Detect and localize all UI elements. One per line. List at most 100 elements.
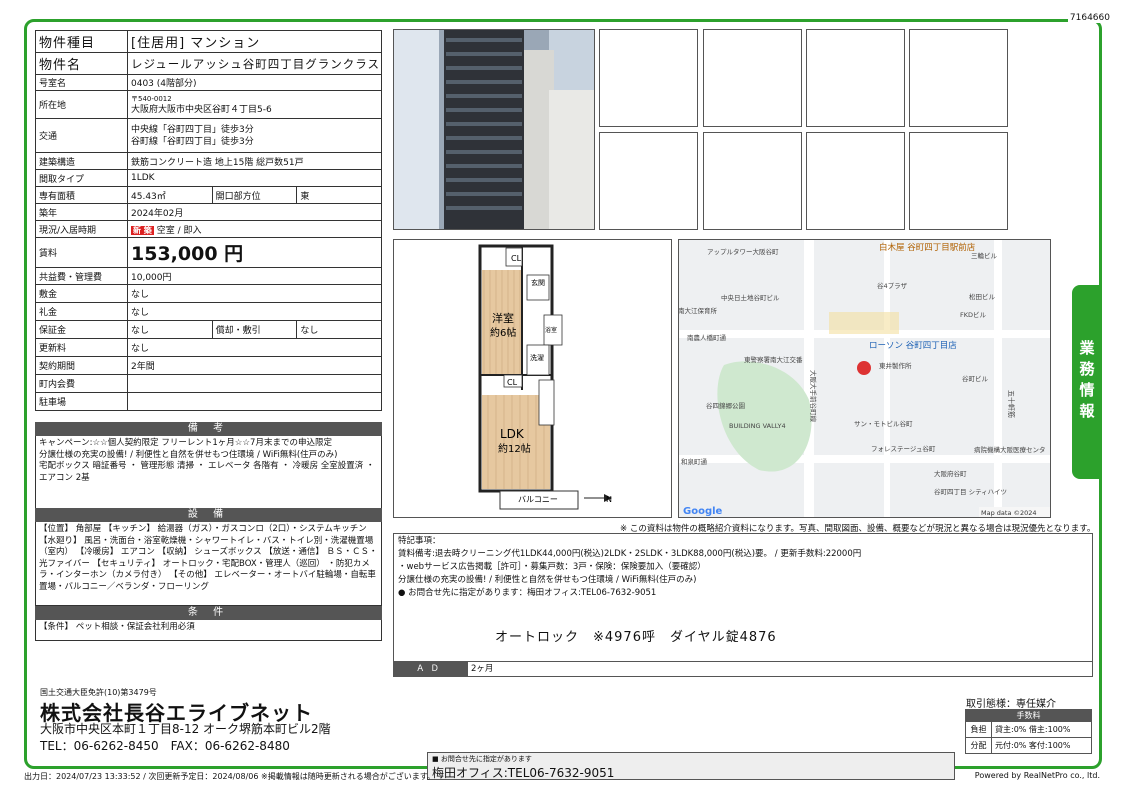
koushin-value: なし xyxy=(127,338,382,357)
map-label-1: 南大江保育所 xyxy=(679,306,718,315)
floorplan-drawing: CL CL 玄関 洋室 約6帖 浴室 洗濯 LDK 約12帖 バルコニー N xyxy=(478,244,612,510)
footer-dates: 出力日：2024/07/23 13:33:52 / 次回更新予定日：2024/0… xyxy=(24,772,435,781)
equipment-header: 設 備 xyxy=(35,508,382,522)
traffic-1: 中央線「谷町四丁目」徒歩3分 xyxy=(131,124,254,135)
fee-value: 10,000円 xyxy=(127,267,382,285)
conditions-text: 【条件】 ペット相談・保証会社利用必須 xyxy=(35,620,382,641)
notes-line-2: ・webサービス広告掲載［許可］・募集戸数：3戸・保険：保険要加入（要確認） xyxy=(398,562,706,572)
map-label-19: ローソン 谷町四丁目店 xyxy=(869,340,957,351)
name-label: 物件名 xyxy=(35,52,128,75)
direction-label: 開口部方位 xyxy=(211,186,298,204)
ad-label: ＡＤ xyxy=(393,662,468,677)
business-info-tab[interactable]: 業務情報 xyxy=(1072,285,1102,479)
map-label-12: BUILDING VALLY4 xyxy=(729,422,786,430)
conditions-header: 条 件 xyxy=(35,606,382,620)
fp-sentaku: 洗濯 xyxy=(530,353,544,362)
photo-slot-1[interactable] xyxy=(599,29,698,127)
type-value: [住居用] マンション xyxy=(127,30,382,53)
chonai-value xyxy=(127,374,382,393)
equipment-text: 【位置】 角部屋 【キッチン】 給湯器（ガス）・ガスコンロ（2口）・システムキッ… xyxy=(35,522,382,606)
direction-value: 東 xyxy=(296,186,382,204)
map-label-16: 病院機構大阪医療センタ xyxy=(974,445,1046,454)
addr-value: 大阪府大阪市中央区谷町４丁目5-6 xyxy=(131,104,272,115)
fp-ldk: LDK xyxy=(500,427,525,441)
photo-slot-5[interactable] xyxy=(599,132,698,230)
building-photo[interactable] xyxy=(393,29,595,230)
shikikin-label: 敷金 xyxy=(35,284,128,303)
area-value: 45.43㎡ xyxy=(127,186,213,204)
remarks-section: 備 考 キャンペーン:☆☆個人契約限定 フリーレント1ヶ月☆☆7月末までの申込限… xyxy=(35,422,382,520)
structure-label: 建築構造 xyxy=(35,152,128,170)
map-label-5: 松田ビル xyxy=(969,292,996,301)
traffic-2: 谷町線「谷町四丁目」徒歩3分 xyxy=(131,136,254,147)
property-table: 物件種目 [住居用] マンション 物件名 レジュールアッシュ谷町四丁目グランクラス … xyxy=(35,30,382,411)
map-label-3: 谷4プラザ xyxy=(877,281,908,290)
traffic-label: 交通 xyxy=(35,118,128,153)
fp-room1: 洋室 xyxy=(492,311,514,325)
shokyaku-label: 償却・敷引 xyxy=(211,320,298,339)
photo-slot-4[interactable] xyxy=(909,29,1008,127)
rent-label: 賃料 xyxy=(35,237,128,268)
map-label-0: アップルタワー大阪谷町 xyxy=(707,247,779,256)
photo-slot-8[interactable] xyxy=(909,132,1008,230)
parking-label: 駐車場 xyxy=(35,392,128,411)
floorplan[interactable]: CL CL 玄関 洋室 約6帖 浴室 洗濯 LDK 約12帖 バルコニー N xyxy=(393,239,672,518)
photo-slot-2[interactable] xyxy=(703,29,802,127)
map-label-23: Map data ©2024 xyxy=(981,509,1037,517)
fee-split-value: 元付:0% 客付:100% xyxy=(991,737,1092,754)
fee-header: 手数料 xyxy=(965,709,1092,722)
document-id: 7164660 xyxy=(1067,13,1112,23)
notes-line-3: 分譲仕様の充実の設備! / 利便性と自然を併せもつ住環境 / WiFi無料(住戸… xyxy=(398,575,697,585)
powered-by: Powered by RealNetPro co., ltd. xyxy=(974,771,1100,780)
parking-value xyxy=(127,392,382,411)
map-label-2: 中央日土地谷町ビル xyxy=(721,293,780,302)
new-badge: 新 築 xyxy=(131,225,154,235)
autolock-note: オートロック ※4976呼 ダイヤル錠4876 xyxy=(495,630,777,645)
map-label-7: 南農人橋町通 xyxy=(687,333,727,342)
built-value: 2024年02月 xyxy=(127,203,382,221)
chonai-label: 町内会費 xyxy=(35,374,128,393)
room-label: 号室名 xyxy=(35,74,128,91)
map-label-8: 東警察署南大江交番 xyxy=(744,355,803,364)
contact-office: 梅田オフィス:TEL06-7632-9051 xyxy=(432,766,615,780)
notes-title: 特記事項： xyxy=(398,536,441,546)
map-label-22: 大阪大手前谷町線 xyxy=(809,370,818,423)
photo-slot-6[interactable] xyxy=(703,132,802,230)
map-label-13: サン・モトビル谷町 xyxy=(854,419,913,428)
hosho-label: 保証金 xyxy=(35,320,128,339)
map-label-18: 谷町四丁目 シティハイツ xyxy=(934,487,1007,496)
map-label-21: 五十軒筋 xyxy=(1007,390,1016,418)
remarks-header: 備 考 xyxy=(35,422,382,436)
type-label: 物件種目 xyxy=(35,30,128,53)
map-label-20: 白木屋 谷町四丁目駅前店 xyxy=(879,242,976,253)
fee-burden-label: 負担 xyxy=(965,721,992,738)
shokyaku-value: なし xyxy=(296,320,382,339)
map-label-10: 谷町ビル xyxy=(962,374,989,383)
contact-note: ■ お問合せ先に指定があります xyxy=(432,755,532,763)
company-address: 大阪市中央区本町１丁目8-12 オーク堺筋本町ビル2階 xyxy=(40,722,331,736)
ad-row: ＡＤ 2ヶ月 xyxy=(393,661,1093,677)
contact-box: ■ お問合せ先に指定があります 梅田オフィス:TEL06-7632-9051 xyxy=(427,752,955,780)
notes-box: 特記事項： 賃料備考:退去時クリーニング代1LDK44,000円(税込)2LDK… xyxy=(393,533,1093,677)
fp-ldk-size: 約12帖 xyxy=(498,442,531,455)
notes-line-1: 賃料備考:退去時クリーニング代1LDK44,000円(税込)2LDK・2SLDK… xyxy=(398,549,862,559)
area-label: 専有面積 xyxy=(35,186,128,204)
ad-value: 2ヶ月 xyxy=(471,664,494,674)
area-map[interactable]: アップルタワー大阪谷町 南大江保育所 中央日土地谷町ビル 谷4プラザ 三輪ビル … xyxy=(678,239,1051,518)
building-photo-image xyxy=(394,30,594,229)
area-map-drawing: アップルタワー大阪谷町 南大江保育所 中央日土地谷町ビル 谷4プラザ 三輪ビル … xyxy=(678,240,1050,517)
structure-value: 鉄筋コンクリート造 地上15階 総戸数51戸 xyxy=(127,152,382,170)
fp-cl-bottom: CL xyxy=(507,378,518,387)
map-label-14: フォレステージュ谷町 xyxy=(871,444,936,453)
photo-slot-3[interactable] xyxy=(806,29,905,127)
fee-table: 手数料 負担 貸主:0% 借主:100% 分配 元付:0% 客付:100% xyxy=(965,709,1092,754)
reikin-value: なし xyxy=(127,302,382,321)
reikin-label: 礼金 xyxy=(35,302,128,321)
fee-split-label: 分配 xyxy=(965,737,992,754)
map-label-15: 和泉町通 xyxy=(681,457,708,466)
photo-slot-7[interactable] xyxy=(806,132,905,230)
notes-line-4: ● お問合せ先に指定があります：梅田オフィス:TEL06-7632-9051 xyxy=(398,588,657,598)
layout-value: 1LDK xyxy=(127,169,382,187)
rent-value: 153,000 円 xyxy=(127,237,382,268)
equipment-section: 設 備 【位置】 角部屋 【キッチン】 給湯器（ガス）・ガスコンロ（2口）・シス… xyxy=(35,508,382,606)
